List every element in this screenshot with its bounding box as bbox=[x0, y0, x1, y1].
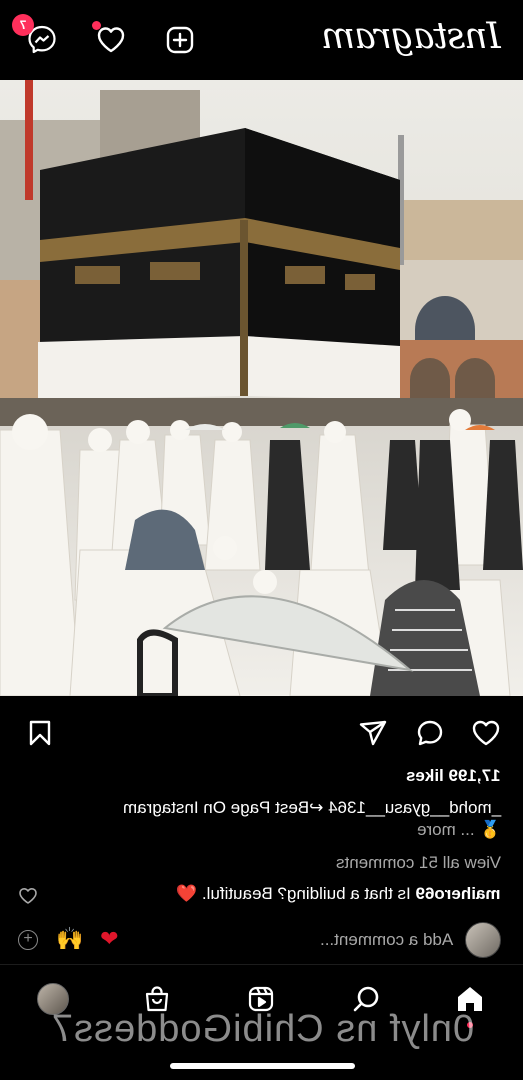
heart-icon bbox=[97, 27, 125, 53]
post-image[interactable] bbox=[0, 80, 523, 696]
add-comment-placeholder: Add a comment... bbox=[319, 930, 453, 949]
new-post-button[interactable] bbox=[162, 22, 198, 58]
top-bar: 7 Instagram bbox=[0, 0, 523, 80]
caption-line-2: 🥇 ... more bbox=[417, 820, 501, 839]
comment-row: maihero69 Is that a building? Beautiful.… bbox=[176, 884, 501, 904]
caption-line-1: _mohd__gyasu__1364 ↩Best Page On Instagr… bbox=[122, 798, 501, 817]
caption: _mohd__gyasu__1364 ↩Best Page On Instagr… bbox=[123, 798, 501, 818]
bookmark-icon bbox=[29, 720, 51, 746]
comment-like-icon[interactable] bbox=[18, 886, 38, 906]
comment-button[interactable] bbox=[413, 716, 447, 750]
kaaba-photo bbox=[0, 80, 523, 696]
activity-button[interactable] bbox=[92, 21, 129, 58]
nav-divider bbox=[0, 964, 523, 965]
notification-badge: 7 bbox=[12, 14, 34, 36]
likes-count[interactable]: 17,199 likes bbox=[406, 766, 501, 786]
comment-icon bbox=[417, 720, 443, 746]
like-button[interactable] bbox=[469, 716, 503, 750]
likes-text: 17,199 likes bbox=[406, 766, 501, 785]
messenger-button[interactable]: 7 bbox=[12, 14, 60, 58]
comment-body: maihero69 Is that a building? Beautiful.… bbox=[176, 884, 501, 904]
instagram-logo[interactable]: Instagram bbox=[322, 16, 501, 57]
view-all-comments[interactable]: View all 51 comments bbox=[336, 853, 501, 873]
like-icon bbox=[472, 720, 500, 746]
home-indicator[interactable] bbox=[170, 1063, 355, 1069]
add-comment-row: + 🙌 ❤ Add a comment... bbox=[0, 920, 523, 960]
comment-text: Is that a building? Beautiful. ❤️ bbox=[176, 884, 412, 903]
comment-username[interactable]: maihero69 bbox=[416, 884, 501, 903]
quick-emoji-heart[interactable]: ❤ bbox=[100, 926, 118, 952]
plus-square-icon bbox=[166, 26, 194, 54]
post-actions bbox=[0, 710, 523, 756]
add-comment-input[interactable]: Add a comment... bbox=[320, 930, 453, 950]
add-emoji-icon[interactable]: + bbox=[18, 930, 38, 950]
quick-emoji-raised-hands[interactable]: 🙌 bbox=[56, 926, 83, 952]
send-icon bbox=[359, 720, 387, 746]
activity-dot bbox=[92, 21, 101, 30]
commenter-avatar bbox=[465, 922, 501, 958]
caption-more[interactable]: 🥇 ... more bbox=[417, 820, 501, 840]
save-button[interactable] bbox=[23, 716, 57, 750]
view-all-comments-text: View all 51 comments bbox=[335, 853, 501, 872]
watermark-text: 0nlyf ns ChibiGoddess7 bbox=[50, 1008, 475, 1050]
share-button[interactable] bbox=[356, 716, 390, 750]
